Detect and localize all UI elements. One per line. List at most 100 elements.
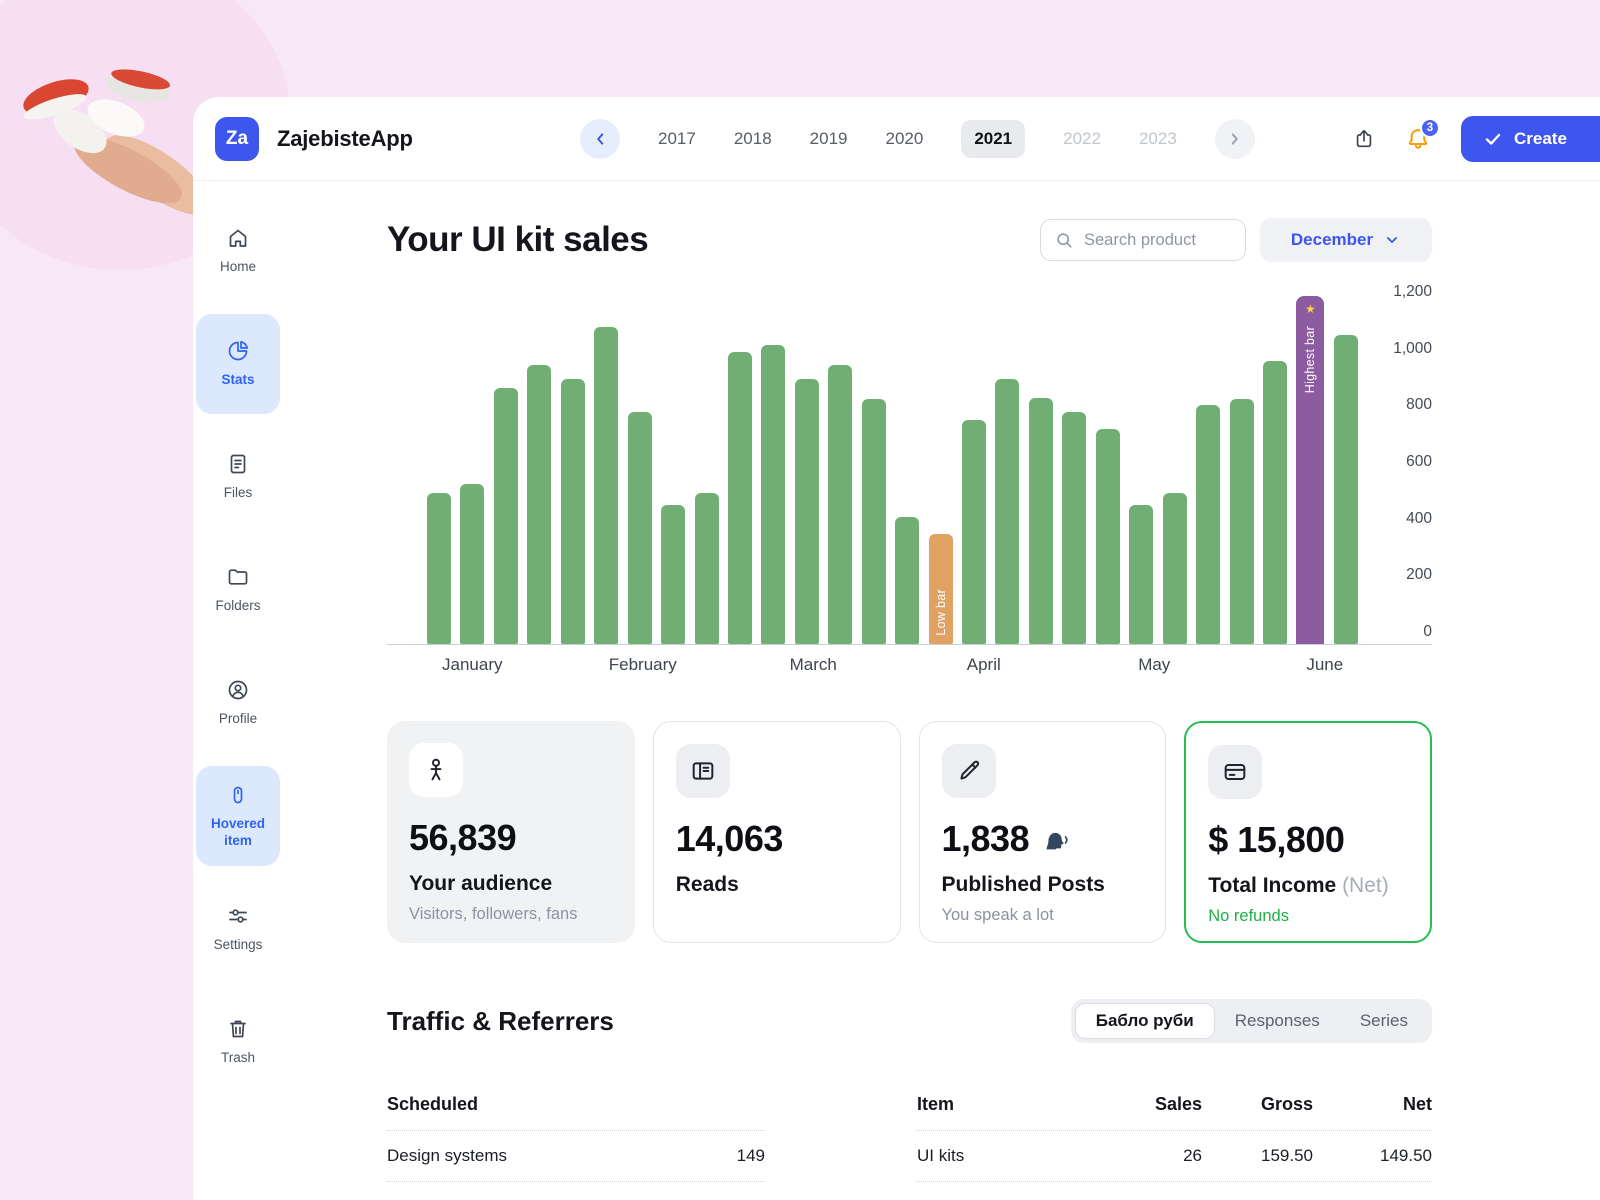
chart-bar[interactable] — [962, 420, 986, 644]
pie-chart-icon — [226, 339, 250, 363]
chart-bar[interactable] — [728, 352, 752, 644]
year-tab-2017[interactable]: 2017 — [658, 129, 696, 149]
stat-card-reads[interactable]: 14,063 Reads — [653, 721, 901, 943]
chart-bar[interactable] — [828, 365, 852, 644]
chart-bar[interactable] — [628, 412, 652, 644]
chart-bar[interactable] — [695, 493, 719, 645]
chart-bar[interactable] — [1230, 399, 1254, 644]
chart-bar[interactable] — [1129, 505, 1153, 644]
chart-x-axis: JanuaryFebruaryMarchAprilMayJune — [387, 655, 1410, 675]
stat-label-note: (Net) — [1342, 874, 1389, 897]
chart-bar[interactable] — [527, 365, 551, 644]
folder-icon — [226, 565, 250, 589]
chart-bar[interactable] — [761, 345, 785, 644]
person-icon — [409, 743, 463, 797]
chart-bar[interactable] — [895, 517, 919, 644]
y-axis-tick: 200 — [1406, 566, 1432, 584]
sidebar-item-stats[interactable]: Stats — [196, 314, 280, 414]
sidebar: Home Stats Files Folders Profile Hovered… — [193, 181, 283, 1200]
sidebar-item-label: Home — [220, 259, 256, 276]
chart-bar[interactable] — [995, 379, 1019, 644]
sliders-icon — [226, 904, 250, 928]
chart-bar[interactable] — [594, 327, 618, 644]
high-bar[interactable]: ★Highest bar — [1296, 296, 1324, 644]
chart-bar[interactable] — [561, 379, 585, 644]
mouse-icon — [226, 783, 250, 807]
sidebar-item-hovered[interactable]: Hovered item — [196, 766, 280, 866]
chart-bar[interactable] — [460, 484, 484, 644]
chart-bar[interactable] — [661, 505, 685, 644]
traffic-section-title: Traffic & Referrers — [387, 1006, 614, 1037]
chart-bar[interactable] — [862, 399, 886, 644]
chart-bar[interactable] — [1163, 493, 1187, 645]
stat-subtext: No refunds — [1208, 907, 1408, 926]
chart-bar[interactable] — [494, 388, 518, 644]
cell-net: 149.50 — [1313, 1146, 1432, 1166]
create-button[interactable]: Create — [1461, 116, 1600, 162]
month-label: May — [1069, 655, 1240, 675]
stat-value: 1,838 — [942, 818, 1030, 860]
year-tab-2018[interactable]: 2018 — [734, 129, 772, 149]
reads-icon — [676, 744, 730, 798]
sidebar-item-folders[interactable]: Folders — [196, 540, 280, 640]
year-tab-2023[interactable]: 2023 — [1139, 129, 1177, 149]
chart-bar[interactable] — [1334, 335, 1358, 644]
tab-series[interactable]: Series — [1340, 1003, 1428, 1039]
stat-card-audience[interactable]: 56,839 Your audience Visitors, followers… — [387, 721, 635, 943]
notifications-button[interactable]: 3 — [1405, 126, 1431, 152]
prev-year-button[interactable] — [580, 119, 620, 159]
column-header: Net — [1313, 1094, 1432, 1115]
search-box[interactable] — [1040, 219, 1246, 261]
search-input[interactable] — [1084, 231, 1224, 250]
share-icon[interactable] — [1353, 128, 1375, 150]
chart-bar[interactable] — [1029, 398, 1053, 644]
low-bar[interactable]: Low bar — [929, 534, 953, 644]
chevron-left-icon — [590, 129, 610, 149]
chart-bar[interactable] — [1096, 429, 1120, 644]
chart-bar[interactable] — [427, 493, 451, 645]
next-year-button[interactable] — [1215, 119, 1255, 159]
column-header: Gross — [1202, 1094, 1313, 1115]
sidebar-item-home[interactable]: Home — [196, 201, 280, 301]
tab-responses[interactable]: Responses — [1215, 1003, 1340, 1039]
stat-value: 56,839 — [409, 817, 613, 859]
month-label: April — [899, 655, 1070, 675]
file-icon — [226, 452, 250, 476]
sidebar-item-label: Stats — [221, 372, 254, 389]
sidebar-item-files[interactable]: Files — [196, 427, 280, 527]
month-label: June — [1240, 655, 1411, 675]
stat-value: $ 15,800 — [1208, 819, 1408, 861]
trash-icon — [226, 1017, 250, 1041]
chevron-right-icon — [1225, 129, 1245, 149]
table-row: UI kits 26 159.50 149.50 — [917, 1131, 1432, 1182]
stat-subtext: You speak a lot — [942, 906, 1144, 925]
y-axis-tick: 600 — [1406, 453, 1432, 471]
year-tab-2022[interactable]: 2022 — [1063, 129, 1101, 149]
chart-bars: Low bar ★Highest bar — [387, 290, 1360, 644]
year-tab-2019[interactable]: 2019 — [810, 129, 848, 149]
y-axis-tick: 0 — [1423, 623, 1432, 641]
sidebar-item-label: Files — [224, 485, 253, 502]
user-icon — [226, 678, 250, 702]
page-title: Your UI kit sales — [387, 220, 648, 260]
chart-bar[interactable] — [1062, 412, 1086, 644]
sidebar-item-trash[interactable]: Trash — [196, 992, 280, 1092]
sidebar-item-profile[interactable]: Profile — [196, 653, 280, 753]
top-bar: Za ZajebisteApp 2017 2018 2019 2020 2021… — [193, 97, 1600, 181]
app-title: ZajebisteApp — [277, 126, 413, 152]
table-header: Item Sales Gross Net — [917, 1079, 1432, 1131]
stat-card-published-posts[interactable]: 1,838 Published Posts You speak a lot — [919, 721, 1167, 943]
chart-bar[interactable] — [1196, 405, 1220, 644]
tab-money[interactable]: Бабло руби — [1075, 1003, 1215, 1039]
chart-bar[interactable] — [1263, 361, 1287, 644]
year-tab-2021-selected[interactable]: 2021 — [961, 120, 1025, 158]
month-label: January — [387, 655, 558, 675]
table-header: Scheduled — [387, 1079, 765, 1131]
bar-annotation: Highest bar — [1303, 326, 1317, 393]
month-dropdown[interactable]: December — [1260, 218, 1432, 262]
stat-card-total-income[interactable]: $ 15,800 Total Income (Net) No refunds — [1184, 721, 1432, 943]
year-tab-2020[interactable]: 2020 — [885, 129, 923, 149]
chart-bar[interactable] — [795, 379, 819, 644]
column-header: Item — [917, 1094, 1102, 1115]
sidebar-item-settings[interactable]: Settings — [196, 879, 280, 979]
